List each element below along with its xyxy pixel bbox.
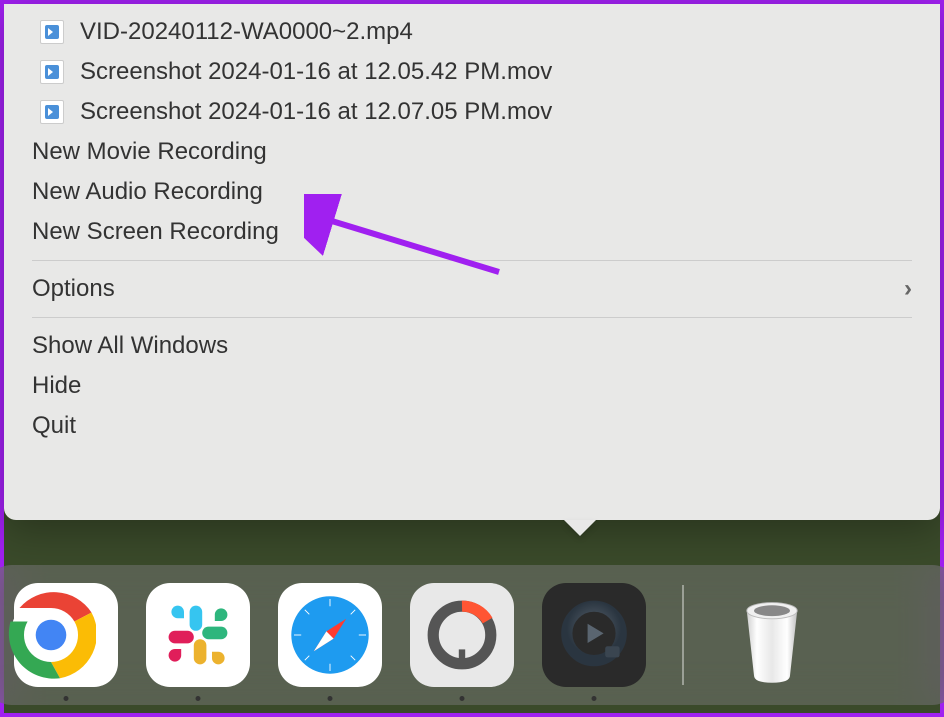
quicktime-icon	[554, 595, 634, 675]
recent-file-label: VID-20240112-WA0000~2.mp4	[80, 18, 413, 46]
dock-separator	[682, 585, 684, 685]
running-indicator	[592, 696, 597, 701]
dock-item-safari[interactable]	[278, 583, 382, 687]
dock-item-slack[interactable]	[146, 583, 250, 687]
new-audio-recording[interactable]: New Audio Recording	[4, 172, 940, 212]
dock	[0, 565, 944, 705]
new-movie-recording[interactable]: New Movie Recording	[4, 132, 940, 172]
dock-item-quicktime[interactable]	[542, 583, 646, 687]
menu-pointer-triangle	[564, 520, 596, 536]
running-indicator	[196, 696, 201, 701]
recent-file-label: Screenshot 2024-01-16 at 12.07.05 PM.mov	[80, 98, 552, 126]
quit-menu-item[interactable]: Quit	[4, 406, 940, 446]
running-indicator	[64, 696, 69, 701]
menu-label: New Screen Recording	[32, 218, 279, 246]
menu-label: New Movie Recording	[32, 138, 267, 166]
dock-item-trash[interactable]	[720, 583, 824, 687]
chrome-icon	[6, 590, 96, 680]
safari-icon	[285, 590, 375, 680]
dock-item-chrome[interactable]	[14, 583, 118, 687]
recent-file-label: Screenshot 2024-01-16 at 12.05.42 PM.mov	[80, 58, 552, 86]
quicktime-context-menu: VID-20240112-WA0000~2.mp4 Screenshot 202…	[4, 4, 940, 520]
menu-label: Options	[32, 275, 115, 303]
menu-label: New Audio Recording	[32, 178, 263, 206]
running-indicator	[328, 696, 333, 701]
options-menu-item[interactable]: Options ›	[4, 269, 940, 309]
video-file-icon	[40, 20, 64, 44]
menu-separator	[32, 317, 912, 318]
trash-icon	[727, 585, 817, 685]
menu-label: Show All Windows	[32, 332, 228, 360]
recent-file-item[interactable]: Screenshot 2024-01-16 at 12.05.42 PM.mov	[4, 52, 940, 92]
menu-separator	[32, 260, 912, 261]
chevron-right-icon: ›	[904, 275, 912, 303]
video-file-icon	[40, 60, 64, 84]
recent-file-item[interactable]: Screenshot 2024-01-16 at 12.07.05 PM.mov	[4, 92, 940, 132]
running-indicator	[460, 696, 465, 701]
new-screen-recording[interactable]: New Screen Recording	[4, 212, 940, 252]
slack-icon	[163, 600, 233, 670]
video-file-icon	[40, 100, 64, 124]
menu-label: Hide	[32, 372, 81, 400]
screenshot-tool-icon	[422, 595, 502, 675]
recent-file-item[interactable]: VID-20240112-WA0000~2.mp4	[4, 12, 940, 52]
hide-menu-item[interactable]: Hide	[4, 366, 940, 406]
dock-item-screenshot-tool[interactable]	[410, 583, 514, 687]
menu-label: Quit	[32, 412, 76, 440]
show-all-windows[interactable]: Show All Windows	[4, 326, 940, 366]
